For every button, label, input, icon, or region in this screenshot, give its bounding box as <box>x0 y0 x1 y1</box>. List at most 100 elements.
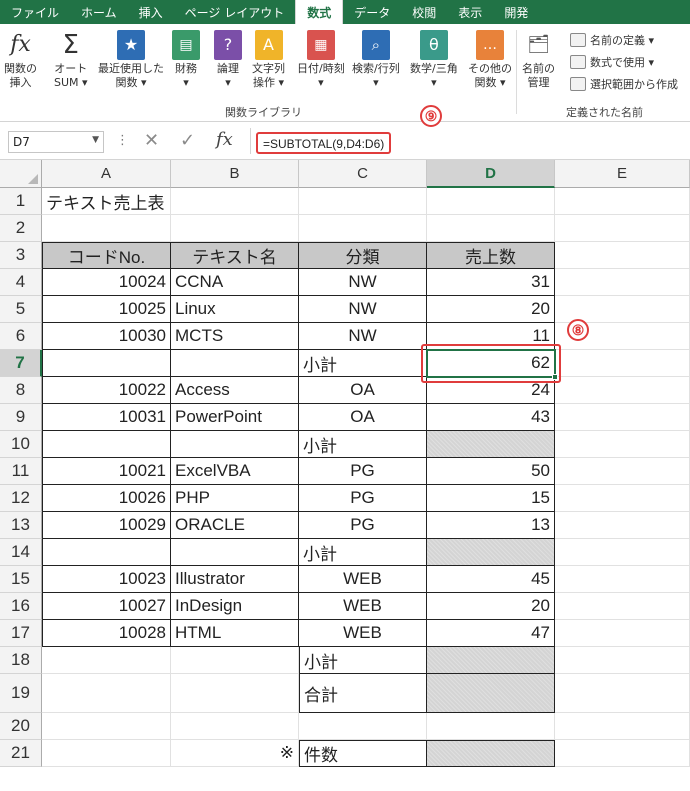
cell-c12[interactable]: PG <box>299 485 427 512</box>
cell-d9[interactable]: 43 <box>427 404 555 431</box>
cell-a5[interactable]: 10025 <box>42 296 171 323</box>
enter-check-icon[interactable]: ✓ <box>180 130 195 151</box>
cell-b16[interactable]: InDesign <box>171 593 299 620</box>
formula-input[interactable]: =SUBTOTAL(9,D4:D6) <box>250 128 686 154</box>
row-header-14[interactable]: 14 <box>0 539 42 566</box>
name-manager-button[interactable]: 🗂 名前の 管理 <box>522 30 555 90</box>
cell-e15[interactable] <box>555 566 690 593</box>
cell-d2[interactable] <box>427 215 555 242</box>
cell-d15[interactable]: 45 <box>427 566 555 593</box>
cell-b9[interactable]: PowerPoint <box>171 404 299 431</box>
cell-e4[interactable] <box>555 269 690 296</box>
cell-c8[interactable]: OA <box>299 377 427 404</box>
cell-b20[interactable] <box>171 713 299 740</box>
cell-d12[interactable]: 15 <box>427 485 555 512</box>
cell-a10[interactable] <box>42 431 171 458</box>
define-name-button[interactable]: 名前の定義 ▾ <box>570 32 654 48</box>
cell-a7[interactable] <box>42 350 171 377</box>
cell-e19[interactable] <box>555 674 690 713</box>
cell-c4[interactable]: NW <box>299 269 427 296</box>
column-header-a[interactable]: A <box>42 160 171 188</box>
column-header-e[interactable]: E <box>555 160 690 188</box>
cell-a21[interactable] <box>42 740 171 767</box>
cell-e17[interactable] <box>555 620 690 647</box>
cell-a15[interactable]: 10023 <box>42 566 171 593</box>
cell-a9[interactable]: 10031 <box>42 404 171 431</box>
tab-file[interactable]: ファイル <box>0 0 70 24</box>
cell-b1[interactable] <box>171 188 299 215</box>
cell-a19[interactable] <box>42 674 171 713</box>
cell-b21[interactable]: ※ <box>171 740 299 767</box>
cell-c13[interactable]: PG <box>299 512 427 539</box>
cell-d17[interactable]: 47 <box>427 620 555 647</box>
row-header-17[interactable]: 17 <box>0 620 42 647</box>
row-header-3[interactable]: 3 <box>0 242 42 269</box>
cell-a17[interactable]: 10028 <box>42 620 171 647</box>
cell-d21[interactable] <box>427 740 555 767</box>
cell-e13[interactable] <box>555 512 690 539</box>
cell-b6[interactable]: MCTS <box>171 323 299 350</box>
tab-view[interactable]: 表示 <box>447 0 493 24</box>
cell-d19[interactable] <box>427 674 555 713</box>
cell-a18[interactable] <box>42 647 171 674</box>
cell-b8[interactable]: Access <box>171 377 299 404</box>
tab-insert[interactable]: 挿入 <box>128 0 174 24</box>
cell-a3[interactable]: コードNo. <box>42 242 171 269</box>
lookup-button[interactable]: ⌕ 検索/行列 ▾ <box>352 30 400 90</box>
cell-c7[interactable]: 小計 <box>299 350 427 377</box>
cell-c3[interactable]: 分類 <box>299 242 427 269</box>
cell-a14[interactable] <box>42 539 171 566</box>
cell-b2[interactable] <box>171 215 299 242</box>
cell-e2[interactable] <box>555 215 690 242</box>
cell-b4[interactable]: CCNA <box>171 269 299 296</box>
cell-e18[interactable] <box>555 647 690 674</box>
cell-b12[interactable]: PHP <box>171 485 299 512</box>
row-header-15[interactable]: 15 <box>0 566 42 593</box>
cell-b19[interactable] <box>171 674 299 713</box>
cell-a4[interactable]: 10024 <box>42 269 171 296</box>
cell-c21[interactable]: 件数 <box>299 740 427 767</box>
row-header-9[interactable]: 9 <box>0 404 42 431</box>
cell-d18[interactable] <box>427 647 555 674</box>
row-header-19[interactable]: 19 <box>0 674 42 713</box>
row-header-20[interactable]: 20 <box>0 713 42 740</box>
recent-functions-button[interactable]: ★ 最近使用した 関数 ▾ <box>98 30 164 90</box>
cell-c15[interactable]: WEB <box>299 566 427 593</box>
cell-b3[interactable]: テキスト名 <box>171 242 299 269</box>
cell-a6[interactable]: 10030 <box>42 323 171 350</box>
cell-d1[interactable] <box>427 188 555 215</box>
text-functions-button[interactable]: A 文字列 操作 ▾ <box>252 30 285 90</box>
autosum-button[interactable]: Σ オート SUM ▾ <box>54 30 88 90</box>
cell-b15[interactable]: Illustrator <box>171 566 299 593</box>
row-header-11[interactable]: 11 <box>0 458 42 485</box>
cell-e10[interactable] <box>555 431 690 458</box>
more-functions-button[interactable]: … その他の 関数 ▾ <box>468 30 512 90</box>
cell-d5[interactable]: 20 <box>427 296 555 323</box>
insert-function-button[interactable]: fx 関数の 挿入 <box>4 30 37 90</box>
cell-d11[interactable]: 50 <box>427 458 555 485</box>
tab-data[interactable]: データ <box>343 0 401 24</box>
cell-c20[interactable] <box>299 713 427 740</box>
cell-e1[interactable] <box>555 188 690 215</box>
row-header-2[interactable]: 2 <box>0 215 42 242</box>
create-from-selection-button[interactable]: 選択範囲から作成 <box>570 76 678 92</box>
tab-home[interactable]: ホーム <box>70 0 128 24</box>
cell-b11[interactable]: ExcelVBA <box>171 458 299 485</box>
cell-a8[interactable]: 10022 <box>42 377 171 404</box>
column-header-d[interactable]: D <box>427 160 555 188</box>
financial-button[interactable]: ▤ 財務 ▾ <box>172 30 200 90</box>
cell-c16[interactable]: WEB <box>299 593 427 620</box>
cell-a2[interactable] <box>42 215 171 242</box>
row-header-21[interactable]: 21 <box>0 740 42 767</box>
cell-d16[interactable]: 20 <box>427 593 555 620</box>
cell-c1[interactable] <box>299 188 427 215</box>
cell-b13[interactable]: ORACLE <box>171 512 299 539</box>
cell-d10[interactable] <box>427 431 555 458</box>
cell-c18[interactable]: 小計 <box>299 647 427 674</box>
tab-developer[interactable]: 開発 <box>493 0 539 24</box>
cell-d3[interactable]: 売上数 <box>427 242 555 269</box>
cell-d4[interactable]: 31 <box>427 269 555 296</box>
cell-a11[interactable]: 10021 <box>42 458 171 485</box>
cell-d20[interactable] <box>427 713 555 740</box>
cell-c10[interactable]: 小計 <box>299 431 427 458</box>
